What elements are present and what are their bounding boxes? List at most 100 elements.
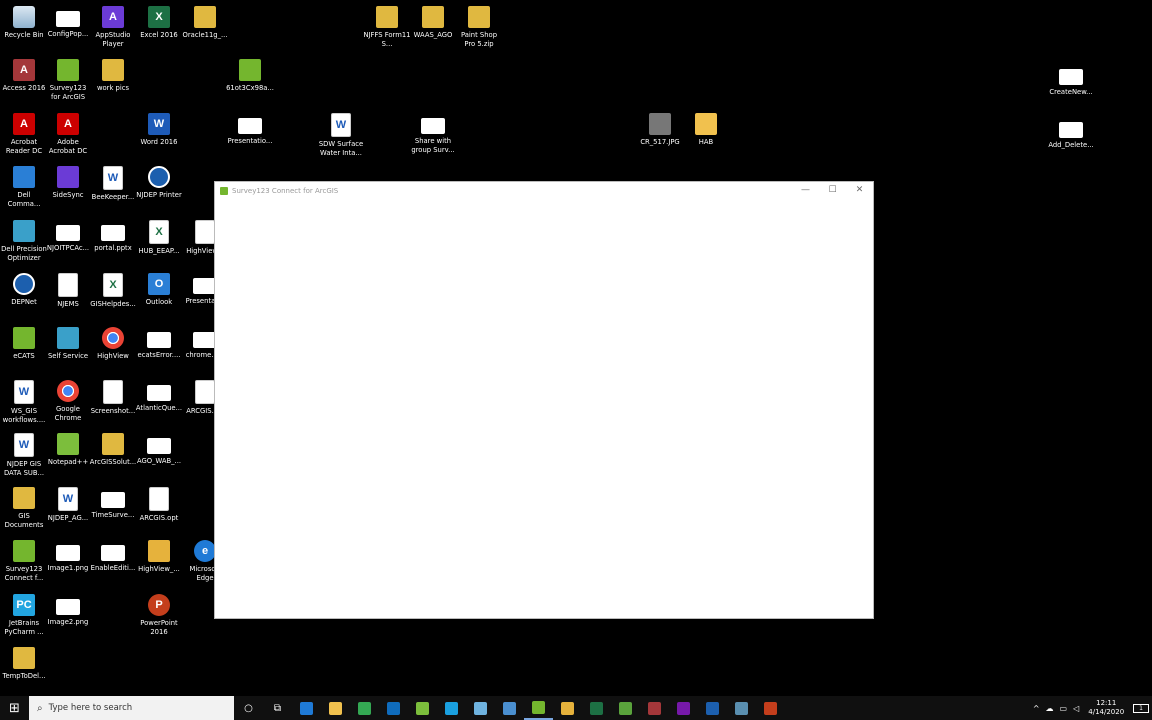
desktop-icon[interactable]: NJOITPCAc...: [44, 220, 92, 253]
desktop-icon[interactable]: TimeSurve...: [89, 487, 137, 520]
desktop-icon[interactable]: W BeeKeeper...: [89, 166, 137, 202]
taskbar-app-excel[interactable]: [582, 696, 611, 720]
desktop-icon[interactable]: ecatsError....: [135, 327, 183, 360]
desktop-icon[interactable]: CR_517.JPG: [636, 113, 684, 147]
desktop-icon-label: WS_GIS workflows....: [2, 407, 46, 424]
desktop-icon[interactable]: A Acrobat Reader DC: [0, 113, 48, 155]
survey123-connect-window[interactable]: Survey123 Connect for ArcGIS — ☐ ✕: [214, 181, 874, 619]
show-hidden-icons-chevron[interactable]: ^: [1033, 704, 1040, 713]
desktop-icon[interactable]: ConfigPop...: [44, 6, 92, 39]
clock-date: 4/14/2020: [1088, 708, 1125, 716]
desktop-icon[interactable]: CreateNew...: [1047, 64, 1095, 97]
desktop-icon[interactable]: ARCGIS.opt: [135, 487, 183, 523]
taskbar-app-magnifier[interactable]: [727, 696, 756, 720]
desktop-icon[interactable]: Share with group Surv...: [409, 113, 457, 154]
desktop-icon[interactable]: Survey123 for ArcGIS: [44, 59, 92, 101]
taskbar-app-notepad-green[interactable]: [611, 696, 640, 720]
maximize-button[interactable]: ☐: [819, 182, 846, 199]
taskbar-app-folder-zip[interactable]: [553, 696, 582, 720]
desktop-icon[interactable]: W NJDEP_AG...: [44, 487, 92, 523]
taskbar-app-paint[interactable]: [466, 696, 495, 720]
desktop-icon[interactable]: Google Chrome: [44, 380, 92, 422]
desktop-icon[interactable]: Paint Shop Pro 5.zip: [455, 6, 503, 48]
desktop-icon[interactable]: portal.pptx: [89, 220, 137, 253]
desktop-icon-label: Share with group Surv...: [411, 137, 455, 154]
taskbar-app-chrome[interactable]: [350, 696, 379, 720]
desktop-icon[interactable]: A Adobe Acrobat DC: [44, 113, 92, 155]
desktop-icon[interactable]: HAB: [682, 113, 730, 147]
arcgis-pro-icon: [503, 701, 516, 715]
desktop-icon[interactable]: Add_Delete...: [1047, 117, 1095, 150]
desktop-icon[interactable]: X HUB_EEAP...: [135, 220, 183, 256]
window-title-bar[interactable]: Survey123 Connect for ArcGIS: [215, 182, 873, 199]
taskbar-app-arcgis-pro[interactable]: [495, 696, 524, 720]
taskbar-app-powerpoint[interactable]: [756, 696, 785, 720]
desktop-icon[interactable]: Dell Comma...: [0, 166, 48, 208]
desktop-icon[interactable]: Screenshot...: [89, 380, 137, 416]
desktop-icon[interactable]: HighView: [89, 327, 137, 361]
taskbar-app-access[interactable]: [640, 696, 669, 720]
clock[interactable]: 12:11 4/14/2020: [1088, 699, 1124, 717]
desktop-icon[interactable]: NJEMS: [44, 273, 92, 309]
desktop-icon[interactable]: NJFFS Form11 S...: [363, 6, 411, 48]
start-button[interactable]: ⊞: [0, 696, 29, 720]
desktop-icon[interactable]: WAAS_AGO: [409, 6, 457, 40]
desktop-icon[interactable]: GIS Documents: [0, 487, 48, 529]
taskbar-app-skype[interactable]: [437, 696, 466, 720]
desktop-icon[interactable]: NJDEP Printer: [135, 166, 183, 200]
network-icon[interactable]: ▭: [1060, 704, 1068, 713]
desktop-icon[interactable]: DEPNet: [0, 273, 48, 307]
action-center-icon[interactable]: 1: [1133, 703, 1149, 713]
desktop-icon[interactable]: W Word 2016: [135, 113, 183, 147]
cloud-icon[interactable]: ☁: [1046, 704, 1054, 713]
desktop-icon[interactable]: Notepad++: [44, 433, 92, 467]
desktop-icon[interactable]: PC JetBrains PyCharm ...: [0, 594, 48, 636]
desktop-icon[interactable]: Recycle Bin: [0, 6, 48, 40]
desktop-icon[interactable]: work pics: [89, 59, 137, 93]
desktop-icon[interactable]: SideSync: [44, 166, 92, 200]
taskbar-app-file-explorer[interactable]: [321, 696, 350, 720]
notepad-plus-icon: [57, 433, 79, 455]
desktop-icon[interactable]: Survey123 Connect f...: [0, 540, 48, 582]
desktop-icon[interactable]: Oracle11g_...: [181, 6, 229, 40]
desktop-icon[interactable]: P PowerPoint 2016: [135, 594, 183, 636]
desktop-icon-label: Access 2016: [2, 84, 46, 92]
desktop-icon[interactable]: ArcGISSolut...: [89, 433, 137, 467]
desktop-icon[interactable]: Presentatio...: [226, 113, 274, 146]
desktop-icon[interactable]: AtlanticQue...: [135, 380, 183, 413]
desktop-icon[interactable]: Image2.png: [44, 594, 92, 627]
close-button[interactable]: ✕: [846, 182, 873, 199]
cortana-button[interactable]: ○: [234, 696, 263, 720]
taskbar-search-box[interactable]: ⌕ Type here to search: [29, 696, 234, 720]
desktop-icon[interactable]: EnableEditi...: [89, 540, 137, 573]
excel-doc-icon: X: [149, 220, 169, 244]
desktop-icon[interactable]: W SDW Surface Water Inta...: [317, 113, 365, 157]
desktop-icon[interactable]: W WS_GIS workflows....: [0, 380, 48, 424]
desktop-icon[interactable]: TempToDel...: [0, 647, 48, 681]
desktop-icon[interactable]: A Access 2016: [0, 59, 48, 93]
minimize-button[interactable]: —: [792, 182, 819, 199]
taskbar-app-edge[interactable]: [292, 696, 321, 720]
desktop-icon[interactable]: Dell Precision Optimizer: [0, 220, 48, 262]
desktop-icon[interactable]: HighView_...: [135, 540, 183, 574]
powerpoint-icon: [764, 701, 777, 715]
desktop-icon[interactable]: O Outlook: [135, 273, 183, 307]
word-doc-icon: W: [58, 487, 78, 511]
desktop-icon[interactable]: X Excel 2016: [135, 6, 183, 40]
desktop-icon[interactable]: eCATS: [0, 327, 48, 361]
taskbar-app-onenote[interactable]: [669, 696, 698, 720]
desktop-icon[interactable]: X GISHelpdes...: [89, 273, 137, 309]
desktop-icon[interactable]: Self Service: [44, 327, 92, 361]
desktop-icon[interactable]: A AppStudio Player: [89, 6, 137, 48]
taskbar-app-notepad-plus[interactable]: [408, 696, 437, 720]
taskbar-app-outlook[interactable]: [379, 696, 408, 720]
desktop-icon[interactable]: 61ot3Cx98a...: [226, 59, 274, 93]
volume-icon[interactable]: ◁: [1073, 704, 1079, 713]
desktop-icon[interactable]: AGO_WAB_...: [135, 433, 183, 466]
task-view-button[interactable]: ⧉: [263, 696, 292, 720]
desktop-icon[interactable]: W NJDEP GIS DATA SUB...: [0, 433, 48, 477]
taskbar-app-survey123[interactable]: [524, 696, 553, 720]
desktop-icon-label: Presentatio...: [227, 137, 273, 145]
desktop-icon[interactable]: Image1.png: [44, 540, 92, 573]
taskbar-app-globe-shortcut[interactable]: [698, 696, 727, 720]
